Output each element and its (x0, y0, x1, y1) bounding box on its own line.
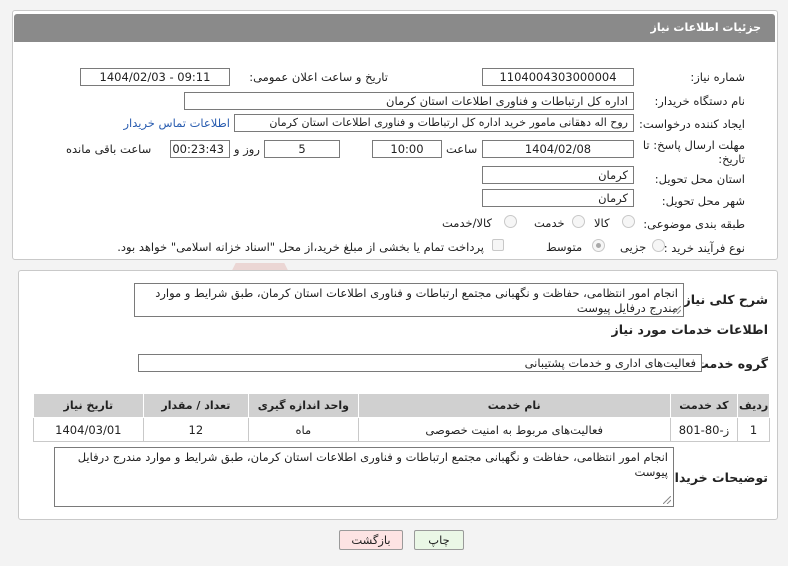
province-field[interactable]: کرمان (482, 166, 634, 184)
col-code: کد خدمت (669, 393, 739, 418)
need-number-field[interactable]: 1104004303000004 (482, 68, 634, 86)
service-group-label: گروه خدمت: (691, 356, 768, 371)
process-option-partial: جزیی (620, 240, 647, 254)
days-label: روز و (234, 142, 260, 156)
province-label: استان محل تحویل: (654, 172, 745, 186)
city-field[interactable]: کرمان (482, 189, 634, 207)
back-button[interactable]: بازگشت (339, 530, 403, 550)
category-option-service: خدمت (534, 216, 565, 230)
panel-header: جزئیات اطلاعات نیاز (14, 14, 775, 42)
resize-handle-icon[interactable] (663, 496, 671, 504)
deadline-time-field[interactable]: 10:00 (372, 140, 442, 158)
time-label: ساعت (446, 142, 478, 156)
announce-label: تاریخ و ساعت اعلان عمومی: (249, 70, 388, 84)
buyer-contact-link[interactable]: اطلاعات تماس خریدار (123, 116, 230, 130)
cell-code: ز-80-801 (669, 417, 739, 442)
city-label: شهر محل تحویل: (661, 194, 745, 208)
creator-field[interactable]: روح اله دهقانی مامور خرید اداره کل ارتبا… (234, 114, 634, 132)
page-title: جزئیات اطلاعات نیاز (650, 21, 762, 34)
category-radio-service[interactable] (572, 215, 585, 228)
deadline-date-field[interactable]: 1404/02/08 (482, 140, 634, 158)
cell-unit: ماه (248, 417, 359, 442)
process-option-medium: متوسط (546, 240, 583, 254)
deadline-date-label: تاریخ: (718, 152, 745, 166)
table-row: 1 ز-80-801 فعالیت‌های مربوط به امنیت خصو… (33, 417, 770, 442)
category-option-goods: کالا (594, 216, 610, 230)
category-radio-goods[interactable] (622, 215, 635, 228)
deadline-label: مهلت ارسال پاسخ: تا (642, 138, 745, 152)
category-option-both: کالا/خدمت (442, 216, 493, 230)
announce-field[interactable]: 1404/02/03 - 09:11 (80, 68, 230, 86)
process-radio-medium[interactable] (592, 239, 605, 252)
cell-row: 1 (737, 417, 770, 442)
remaining-time-field[interactable]: 00:23:43 (170, 140, 230, 158)
resize-handle-icon[interactable] (673, 306, 681, 314)
col-qty: تعداد / مقدار (142, 393, 250, 418)
buyer-notes-label: توضیحات خریدار: (662, 470, 768, 485)
service-group-field[interactable]: فعالیت‌های اداری و خدمات پشتیبانی (138, 354, 702, 372)
description-label: شرح کلی نیاز: (678, 292, 768, 307)
buyer-notes-textarea[interactable]: انجام امور انتظامی، حفاظت و نگهبانی مجتم… (54, 447, 674, 507)
col-name: نام خدمت (357, 393, 671, 418)
payment-note: پرداخت تمام یا بخشی از مبلغ خرید،از محل … (117, 240, 484, 254)
buyer-org-label: نام دستگاه خریدار: (654, 94, 745, 108)
category-radio-both[interactable] (504, 215, 517, 228)
remaining-label: ساعت باقی مانده (66, 142, 152, 156)
cell-qty: 12 (142, 417, 250, 442)
process-label: نوع فرآیند خرید : (663, 241, 745, 255)
print-button[interactable]: چاپ (414, 530, 464, 550)
buyer-notes-text: انجام امور انتظامی، حفاظت و نگهبانی مجتم… (77, 450, 668, 479)
treasury-payment-checkbox[interactable] (492, 239, 504, 251)
description-text: انجام امور انتظامی، حفاظت و نگهبانی مجتم… (155, 286, 678, 315)
col-unit: واحد اندازه گیری (248, 393, 359, 418)
table-header-row: ردیف کد خدمت نام خدمت واحد اندازه گیری ت… (33, 393, 770, 418)
need-number-label: شماره نیاز: (690, 70, 745, 84)
services-section-title: اطلاعات خدمات مورد نیاز (611, 322, 769, 337)
process-radio-partial[interactable] (652, 239, 665, 252)
cell-date: 1404/03/01 (33, 417, 144, 442)
creator-label: ایجاد کننده درخواست: (639, 117, 745, 131)
category-label: طبقه بندی موضوعی: (643, 217, 745, 231)
services-table: ردیف کد خدمت نام خدمت واحد اندازه گیری ت… (33, 393, 770, 442)
days-field[interactable]: 5 (264, 140, 340, 158)
description-textarea[interactable]: انجام امور انتظامی، حفاظت و نگهبانی مجتم… (134, 283, 684, 317)
cell-name: فعالیت‌های مربوط به امنیت خصوصی (357, 417, 671, 442)
col-date: تاریخ نیاز (33, 393, 144, 418)
col-row: ردیف (737, 393, 770, 418)
buyer-org-field[interactable]: اداره کل ارتباطات و فناوری اطلاعات استان… (184, 92, 634, 110)
